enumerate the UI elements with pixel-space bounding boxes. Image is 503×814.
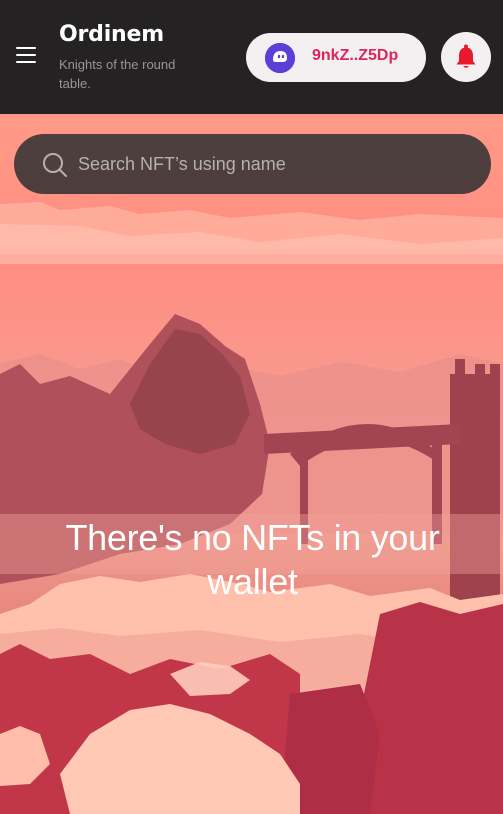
wallet-button[interactable]: 9nkZ..Z5Dp xyxy=(246,33,426,82)
search-bar[interactable] xyxy=(14,134,491,194)
search-icon xyxy=(43,153,67,177)
search-input[interactable] xyxy=(78,134,468,194)
app-header: Ordinem Knights of the round table. 9nkZ… xyxy=(0,0,503,114)
app-subtitle: Knights of the round table. xyxy=(59,57,176,91)
notifications-button[interactable] xyxy=(441,32,491,82)
pixel-art-background xyxy=(0,114,503,814)
app-title: Ordinem xyxy=(59,22,164,47)
hamburger-menu-icon[interactable] xyxy=(16,47,36,63)
wallet-ghost-icon xyxy=(265,43,295,73)
empty-wallet-message: There's no NFTs in your wallet xyxy=(65,517,440,602)
wallet-address: 9nkZ..Z5Dp xyxy=(312,47,399,64)
bell-icon xyxy=(456,44,476,68)
